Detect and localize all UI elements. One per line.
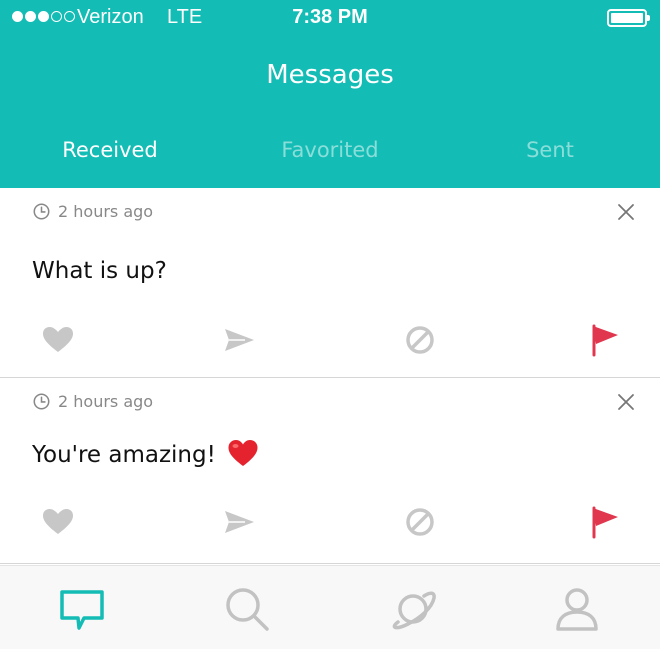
tab-received[interactable]: Received xyxy=(0,138,220,162)
app-header: Verizon LTE 7:38 PM Messages Received Fa… xyxy=(0,0,660,188)
messages-icon[interactable] xyxy=(57,584,107,634)
clock-icon xyxy=(33,203,50,220)
clock-icon xyxy=(33,393,50,410)
page-title: Messages xyxy=(266,60,394,90)
message-text: What is up? xyxy=(32,258,167,284)
profile-icon[interactable] xyxy=(552,584,602,634)
message-actions xyxy=(0,322,660,358)
red-heart-emoji-icon xyxy=(228,440,258,466)
message-tabs: Received Favorited Sent xyxy=(0,138,660,168)
send-icon[interactable] xyxy=(221,504,257,540)
heart-icon[interactable] xyxy=(40,504,76,540)
planet-icon[interactable] xyxy=(388,584,438,634)
message-timestamp: 2 hours ago xyxy=(58,202,154,221)
search-icon[interactable] xyxy=(222,584,272,634)
close-icon[interactable] xyxy=(616,202,636,222)
block-icon[interactable] xyxy=(402,322,438,358)
flag-icon[interactable] xyxy=(587,322,623,358)
close-icon[interactable] xyxy=(616,392,636,412)
send-icon[interactable] xyxy=(221,322,257,358)
status-bar: Verizon LTE 7:38 PM xyxy=(0,0,660,36)
status-time: 7:38 PM xyxy=(292,6,368,28)
tab-sent[interactable]: Sent xyxy=(440,138,660,162)
block-icon[interactable] xyxy=(402,504,438,540)
battery-icon xyxy=(607,9,650,27)
message-actions xyxy=(0,504,660,540)
message-card: 2 hours ago What is up? xyxy=(0,188,660,378)
heart-icon[interactable] xyxy=(40,322,76,358)
message-text: You're amazing! xyxy=(32,442,216,468)
message-timestamp: 2 hours ago xyxy=(58,392,154,411)
message-card: 2 hours ago You're amazing! xyxy=(0,378,660,564)
flag-icon[interactable] xyxy=(587,504,623,540)
tab-favorited[interactable]: Favorited xyxy=(220,138,440,162)
bottom-tab-bar xyxy=(0,565,660,649)
